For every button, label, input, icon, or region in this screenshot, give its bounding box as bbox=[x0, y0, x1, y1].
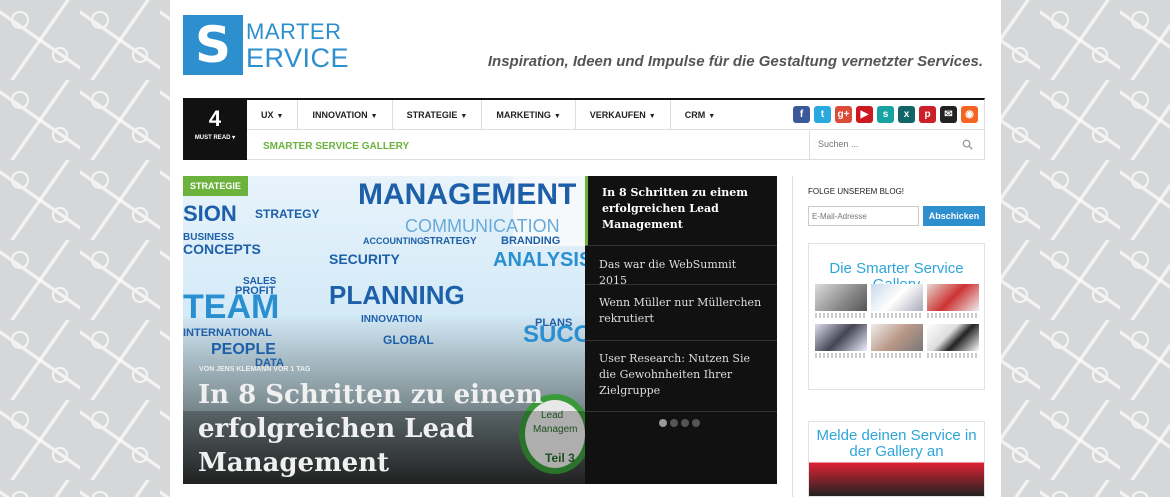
social-icons: f t g+ ▶ s x p ✉ ◉ bbox=[793, 106, 978, 123]
gallery-thumb[interactable] bbox=[815, 324, 867, 358]
menu-item-ux[interactable]: UX ▼ bbox=[247, 100, 299, 129]
svg-text:MANAGEMENT: MANAGEMENT bbox=[358, 178, 576, 211]
xing-icon[interactable]: x bbox=[898, 106, 915, 123]
register-service-banner[interactable]: Melde deinen Service in der Gallery an bbox=[808, 421, 985, 497]
search-icon[interactable] bbox=[962, 139, 973, 150]
hero-article[interactable]: MANAGEMENT SION STRATEGY COMMUNICATION B… bbox=[183, 176, 585, 484]
menu-label: INNOVATION bbox=[312, 110, 368, 120]
page-container: S MARTER ERVICE Inspiration, Ideen und I… bbox=[170, 0, 1001, 497]
youtube-icon[interactable]: ▶ bbox=[856, 106, 873, 123]
rss-icon[interactable]: ◉ bbox=[961, 106, 978, 123]
menu-label: CRM bbox=[684, 110, 706, 120]
chevron-down-icon: ▼ bbox=[370, 113, 378, 120]
article-item[interactable]: Wenn Müller nur Müllerchen rekrutiert bbox=[585, 285, 777, 341]
slider-dot[interactable] bbox=[659, 419, 667, 427]
gallery-thumb[interactable] bbox=[927, 324, 979, 358]
svg-text:STRATEGY: STRATEGY bbox=[423, 236, 477, 247]
featured-article-list: In 8 Schritten zu einem erfolgreichen Le… bbox=[585, 176, 777, 484]
svg-text:COMMUNICATION: COMMUNICATION bbox=[405, 216, 560, 236]
svg-text:ACCOUNTING: ACCOUNTING bbox=[363, 236, 424, 246]
follow-label: FOLGE UNSEREM BLOG! bbox=[808, 187, 905, 196]
svg-text:SION: SION bbox=[183, 201, 237, 226]
menu-item-marketing[interactable]: MARKETING ▼ bbox=[482, 100, 576, 129]
article-item[interactable]: In 8 Schritten zu einem erfolgreichen Le… bbox=[585, 176, 777, 246]
category-badge[interactable]: STRATEGIE bbox=[183, 176, 248, 196]
gallery-thumb[interactable] bbox=[871, 324, 923, 358]
menu-item-innovation[interactable]: INNOVATION ▼ bbox=[298, 100, 393, 129]
menu-item-verkaufen[interactable]: VERKAUFEN ▼ bbox=[576, 100, 671, 129]
chevron-down-icon: ▼ bbox=[708, 113, 716, 120]
svg-text:SUCC: SUCC bbox=[523, 321, 585, 348]
svg-text:INNOVATION: INNOVATION bbox=[361, 314, 422, 325]
svg-text:ANALYSIS: ANALYSIS bbox=[493, 249, 585, 271]
logo-line2: ERVICE bbox=[246, 43, 350, 73]
article-item[interactable]: User Research: Nutzen Sie die Gewohnheit… bbox=[585, 341, 777, 412]
sidebar: FOLGE UNSEREM BLOG! Abschicken Die Smart… bbox=[792, 176, 985, 497]
article-item[interactable]: Das war die WebSummit 2015 bbox=[585, 246, 777, 287]
gallery-widget[interactable]: Die Smarter Service Gallery bbox=[808, 243, 985, 390]
chevron-down-icon: ▼ bbox=[648, 113, 656, 120]
facebook-icon[interactable]: f bbox=[793, 106, 810, 123]
slider-dot[interactable] bbox=[681, 419, 689, 427]
menu-item-strategie[interactable]: STRATEGIE ▼ bbox=[393, 100, 483, 129]
main-navigation: 4 MUST READ ▾ UX ▼ INNOVATION ▼ STRATEGIE ▼… bbox=[183, 98, 985, 160]
email-icon[interactable]: ✉ bbox=[940, 106, 957, 123]
menu-label: VERKAUFEN bbox=[589, 110, 646, 120]
slider-pagination bbox=[659, 419, 700, 427]
svg-text:PEOPLE: PEOPLE bbox=[211, 341, 276, 358]
search-input[interactable] bbox=[818, 139, 948, 149]
menu-label: STRATEGIE bbox=[406, 110, 458, 120]
search-box bbox=[809, 131, 985, 160]
pinterest-icon[interactable]: p bbox=[919, 106, 936, 123]
site-tagline: Inspiration, Ideen und Impulse für die G… bbox=[487, 53, 983, 70]
site-logo[interactable]: S MARTER ERVICE bbox=[183, 15, 349, 75]
gallery-thumbnails bbox=[815, 284, 979, 358]
menu-label: UX bbox=[261, 110, 274, 120]
slideshare-icon[interactable]: s bbox=[877, 106, 894, 123]
hero-byline: VON JENS KLEMANN VOR 1 TAG bbox=[199, 366, 311, 373]
menu-label: MARKETING bbox=[496, 110, 551, 120]
svg-text:GLOBAL: GLOBAL bbox=[383, 333, 434, 347]
slider-dot[interactable] bbox=[670, 419, 678, 427]
svg-text:PLANNING: PLANNING bbox=[329, 280, 465, 310]
gallery-thumb[interactable] bbox=[871, 284, 923, 318]
subscribe-button[interactable]: Abschicken bbox=[923, 206, 985, 226]
chevron-down-icon: ▼ bbox=[276, 113, 284, 120]
chevron-down-icon: ▼ bbox=[553, 113, 561, 120]
logo-letter: S bbox=[183, 15, 243, 75]
googleplus-icon[interactable]: g+ bbox=[835, 106, 852, 123]
must-read-count: 4 bbox=[208, 106, 222, 131]
gallery-thumb[interactable] bbox=[927, 284, 979, 318]
must-read-button[interactable]: 4 MUST READ ▾ bbox=[183, 100, 247, 160]
gallery-thumb[interactable] bbox=[815, 284, 867, 318]
slider-dot[interactable] bbox=[692, 419, 700, 427]
svg-text:STRATEGY: STRATEGY bbox=[255, 207, 319, 221]
register-service-title: Melde deinen Service in der Gallery an bbox=[809, 428, 984, 460]
svg-text:BRANDING: BRANDING bbox=[501, 235, 560, 247]
svg-text:SECURITY: SECURITY bbox=[329, 251, 400, 267]
logo-line1: MARTER bbox=[246, 19, 342, 44]
hero-title[interactable]: In 8 Schritten zu einem erfolgreichen Le… bbox=[198, 378, 558, 480]
svg-text:CONCEPTS: CONCEPTS bbox=[183, 241, 261, 257]
email-field[interactable] bbox=[808, 206, 919, 226]
svg-text:INTERNATIONAL: INTERNATIONAL bbox=[183, 327, 272, 339]
gallery-link[interactable]: SMARTER SERVICE GALLERY bbox=[263, 141, 409, 152]
svg-text:TEAM: TEAM bbox=[183, 288, 279, 326]
must-read-label: MUST READ ▾ bbox=[194, 135, 236, 141]
chevron-down-icon: ▼ bbox=[460, 113, 468, 120]
twitter-icon[interactable]: t bbox=[814, 106, 831, 123]
menu-item-crm[interactable]: CRM ▼ bbox=[671, 100, 729, 129]
